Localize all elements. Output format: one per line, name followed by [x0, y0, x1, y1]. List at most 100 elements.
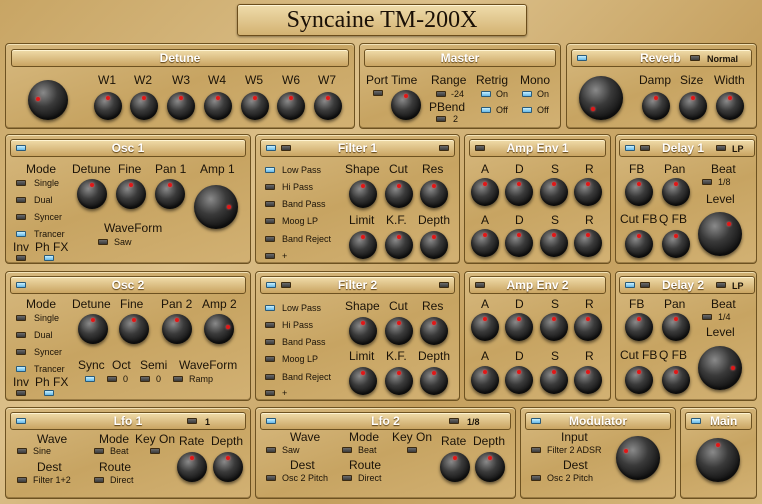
osc2-mode-dual-led[interactable] [16, 332, 26, 338]
ampenv1-a-knob[interactable] [471, 178, 499, 206]
modulator-enable-led[interactable] [531, 418, 541, 424]
osc1-phfx-led[interactable] [44, 255, 54, 261]
osc1-amp-knob[interactable] [194, 185, 238, 229]
ampenv2-s2-knob[interactable] [540, 366, 568, 394]
filter2-shape-knob[interactable] [349, 317, 377, 345]
ampenv2-d2-knob[interactable] [505, 366, 533, 394]
filter1-cut-knob[interactable] [385, 180, 413, 208]
lfo1-dest-led[interactable] [17, 477, 27, 483]
osc1-detune-knob[interactable] [77, 179, 107, 209]
lfo2-route-led[interactable] [342, 475, 352, 481]
osc2-pan-knob[interactable] [162, 314, 192, 344]
delay2-level-knob[interactable] [698, 346, 742, 390]
port-time-led[interactable] [373, 90, 383, 96]
lfo2-wave-led[interactable] [266, 447, 276, 453]
lfo1-rate-led[interactable] [187, 418, 197, 424]
filter1-enable-led[interactable] [266, 145, 276, 151]
w4-knob[interactable] [204, 92, 232, 120]
ampenv2-r2-knob[interactable] [574, 366, 602, 394]
osc1-mode-single-led[interactable] [16, 180, 26, 186]
reverb-size-knob[interactable] [679, 92, 707, 120]
ampenv1-d-knob[interactable] [505, 178, 533, 206]
ampenv2-s-knob[interactable] [540, 313, 568, 341]
delay2-pan-knob[interactable] [662, 313, 690, 341]
osc1-inv-led[interactable] [16, 255, 26, 261]
osc2-waveform-led[interactable] [173, 376, 183, 382]
lfo2-dest-led[interactable] [266, 475, 276, 481]
filter2-limit-knob[interactable] [349, 367, 377, 395]
lfo2-depth-knob[interactable] [475, 452, 505, 482]
filter1-shape-knob[interactable] [349, 180, 377, 208]
delay1-enable-led[interactable] [625, 145, 635, 151]
filter1-bandpass-led[interactable] [265, 201, 275, 207]
ampenv1-s-knob[interactable] [540, 178, 568, 206]
filter1-bandreject-led[interactable] [265, 236, 275, 242]
modulator-input-led[interactable] [531, 447, 541, 453]
filter1-right-led[interactable] [439, 145, 449, 151]
filter2-bandreject-led[interactable] [265, 374, 275, 380]
reverb-damp-knob[interactable] [642, 92, 670, 120]
lfo2-keyon-led[interactable] [407, 447, 417, 453]
filter2-kf-knob[interactable] [385, 367, 413, 395]
lfo2-enable-led[interactable] [266, 418, 276, 424]
filter2-cut-knob[interactable] [385, 317, 413, 345]
ampenv2-d-knob[interactable] [505, 313, 533, 341]
filter1-depth-knob[interactable] [420, 231, 448, 259]
ampenv2-led[interactable] [475, 282, 485, 288]
main-enable-led[interactable] [691, 418, 701, 424]
filter2-enable-led[interactable] [266, 282, 276, 288]
osc1-fine-knob[interactable] [116, 179, 146, 209]
lfo1-keyon-led[interactable] [150, 448, 160, 454]
filter2-option-led[interactable] [281, 282, 291, 288]
delay1-option-led[interactable] [640, 145, 650, 151]
filter1-hipass-led[interactable] [265, 184, 275, 190]
w5-knob[interactable] [241, 92, 269, 120]
lfo2-rate-led[interactable] [449, 418, 459, 424]
filter2-lowpass-led[interactable] [265, 305, 275, 311]
main-volume-knob[interactable] [696, 438, 740, 482]
osc2-detune-knob[interactable] [78, 314, 108, 344]
osc2-inv-led[interactable] [16, 390, 26, 396]
delay2-qfb-knob[interactable] [662, 366, 690, 394]
lfo1-mode-led[interactable] [94, 448, 104, 454]
lfo1-route-led[interactable] [94, 477, 104, 483]
lfo1-enable-led[interactable] [16, 418, 26, 424]
ampenv2-a-knob[interactable] [471, 313, 499, 341]
pbend-led[interactable] [436, 116, 446, 122]
filter1-plus-led[interactable] [265, 253, 275, 259]
delay2-enable-led[interactable] [625, 282, 635, 288]
mono-on-led[interactable] [522, 91, 532, 97]
filter2-hipass-led[interactable] [265, 322, 275, 328]
filter2-right-led[interactable] [439, 282, 449, 288]
modulator-dest-led[interactable] [531, 475, 541, 481]
osc2-phfx-led[interactable] [44, 390, 54, 396]
osc2-mode-trancer-led[interactable] [16, 366, 26, 372]
filter2-depth-knob[interactable] [420, 367, 448, 395]
osc2-semi-led[interactable] [140, 376, 150, 382]
retrig-off-led[interactable] [481, 107, 491, 113]
osc2-mode-syncer-led[interactable] [16, 349, 26, 355]
ampenv1-r-knob[interactable] [574, 178, 602, 206]
lfo2-mode-led[interactable] [342, 447, 352, 453]
detune-master-knob[interactable] [28, 80, 68, 120]
delay1-pan-knob[interactable] [662, 178, 690, 206]
w1-knob[interactable] [94, 92, 122, 120]
filter1-option-led[interactable] [281, 145, 291, 151]
osc2-enable-led[interactable] [16, 282, 26, 288]
ampenv1-a2-knob[interactable] [471, 229, 499, 257]
filter1-kf-knob[interactable] [385, 231, 413, 259]
filter2-plus-led[interactable] [265, 390, 275, 396]
osc2-oct-led[interactable] [107, 376, 117, 382]
delay1-qfb-knob[interactable] [662, 230, 690, 258]
reverb-enable-led[interactable] [577, 55, 587, 61]
osc2-sync-led[interactable] [85, 376, 95, 382]
osc1-waveform-led[interactable] [98, 239, 108, 245]
ampenv1-r2-knob[interactable] [574, 229, 602, 257]
ampenv1-led[interactable] [475, 145, 485, 151]
delay2-mode-led[interactable] [716, 282, 726, 288]
osc1-mode-dual-led[interactable] [16, 197, 26, 203]
osc2-amp-knob[interactable] [204, 314, 234, 344]
delay1-cutfb-knob[interactable] [625, 230, 653, 258]
osc2-mode-single-led[interactable] [16, 315, 26, 321]
lfo1-depth-knob[interactable] [213, 452, 243, 482]
